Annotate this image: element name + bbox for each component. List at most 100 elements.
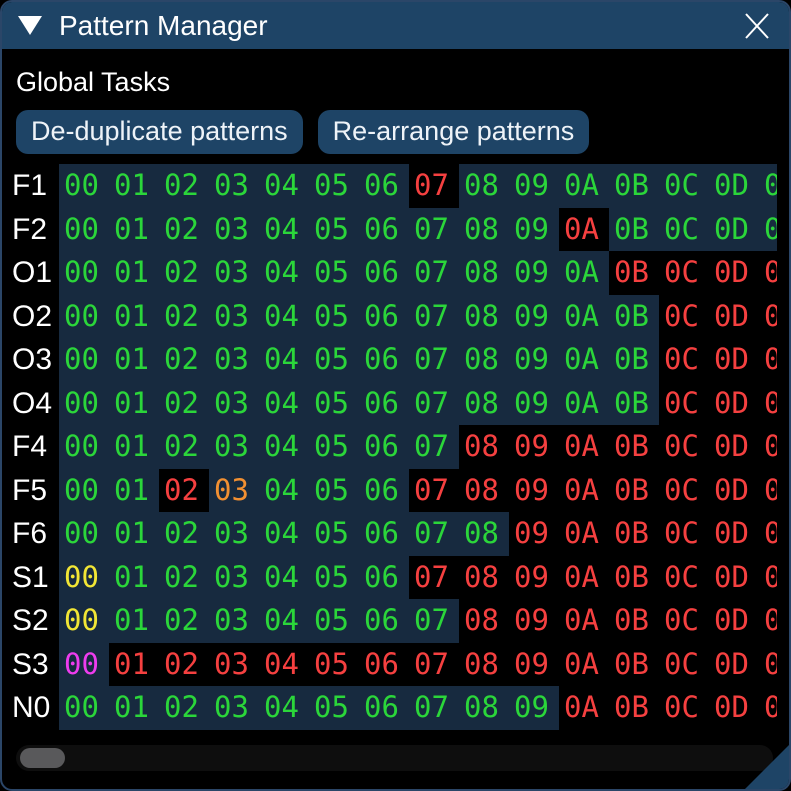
pattern-cell[interactable]: 00 [59, 295, 109, 339]
pattern-cell[interactable]: 07 [409, 599, 459, 643]
pattern-cell[interactable]: 09 [509, 164, 559, 208]
pattern-cell[interactable]: 03 [209, 164, 259, 208]
pattern-cell[interactable]: 0B [609, 686, 659, 730]
pattern-cell[interactable]: 0B [609, 338, 659, 382]
horizontal-scrollbar[interactable] [16, 745, 773, 771]
pattern-cell[interactable]: 03 [209, 643, 259, 687]
pattern-cell[interactable]: 0E [759, 382, 777, 426]
pattern-cell[interactable]: 0A [559, 251, 609, 295]
pattern-cell[interactable]: 00 [59, 469, 109, 513]
pattern-cell[interactable]: 06 [359, 164, 409, 208]
pattern-cell[interactable]: 0C [659, 295, 709, 339]
pattern-cell[interactable]: 0A [559, 599, 609, 643]
pattern-cell[interactable]: 0B [609, 425, 659, 469]
pattern-cell[interactable]: 06 [359, 425, 409, 469]
pattern-cell[interactable]: 01 [109, 208, 159, 252]
pattern-cell[interactable]: 03 [209, 295, 259, 339]
pattern-cell[interactable]: 02 [159, 512, 209, 556]
pattern-cell[interactable]: 08 [459, 425, 509, 469]
rearrange-patterns-button[interactable]: Re-arrange patterns [318, 110, 590, 154]
pattern-cell[interactable]: 0C [659, 425, 709, 469]
pattern-cell[interactable]: 03 [209, 208, 259, 252]
pattern-cell[interactable]: 05 [309, 208, 359, 252]
pattern-cell[interactable]: 0A [559, 469, 609, 513]
pattern-cell[interactable]: 00 [59, 251, 109, 295]
pattern-cell[interactable]: 02 [159, 556, 209, 600]
pattern-cell[interactable]: 0D [709, 295, 759, 339]
pattern-cell[interactable]: 03 [209, 469, 259, 513]
pattern-cell[interactable]: 00 [59, 164, 109, 208]
pattern-cell[interactable]: 0E [759, 425, 777, 469]
pattern-cell[interactable]: 0B [609, 208, 659, 252]
collapse-triangle-icon[interactable] [18, 16, 42, 35]
pattern-cell[interactable]: 00 [59, 686, 109, 730]
pattern-cell[interactable]: 07 [409, 295, 459, 339]
pattern-cell[interactable]: 05 [309, 425, 359, 469]
pattern-cell[interactable]: 0B [609, 643, 659, 687]
pattern-cell[interactable]: 0C [659, 208, 709, 252]
pattern-cell[interactable]: 08 [459, 295, 509, 339]
pattern-cell[interactable]: 0E [759, 164, 777, 208]
pattern-cell[interactable]: 0E [759, 208, 777, 252]
pattern-cell[interactable]: 0A [559, 382, 609, 426]
pattern-cell[interactable]: 0D [709, 425, 759, 469]
pattern-cell[interactable]: 0C [659, 512, 709, 556]
pattern-cell[interactable]: 05 [309, 643, 359, 687]
pattern-cell[interactable]: 0D [709, 208, 759, 252]
pattern-cell[interactable]: 06 [359, 382, 409, 426]
pattern-cell[interactable]: 00 [59, 382, 109, 426]
pattern-cell[interactable]: 02 [159, 338, 209, 382]
pattern-cell[interactable]: 02 [159, 295, 209, 339]
pattern-cell[interactable]: 00 [59, 599, 109, 643]
pattern-cell[interactable]: 02 [159, 208, 209, 252]
pattern-cell[interactable]: 0A [559, 295, 609, 339]
pattern-cell[interactable]: 0A [559, 164, 609, 208]
pattern-cell[interactable]: 0B [609, 251, 659, 295]
pattern-cell[interactable]: 04 [259, 208, 309, 252]
pattern-cell[interactable]: 0B [609, 512, 659, 556]
pattern-cell[interactable]: 09 [509, 556, 559, 600]
pattern-cell[interactable]: 0E [759, 469, 777, 513]
pattern-cell[interactable]: 04 [259, 686, 309, 730]
pattern-cell[interactable]: 05 [309, 512, 359, 556]
pattern-cell[interactable]: 04 [259, 338, 309, 382]
pattern-cell[interactable]: 02 [159, 643, 209, 687]
pattern-cell[interactable]: 08 [459, 469, 509, 513]
pattern-cell[interactable]: 02 [159, 599, 209, 643]
pattern-cell[interactable]: 02 [159, 251, 209, 295]
pattern-cell[interactable]: 03 [209, 599, 259, 643]
pattern-cell[interactable]: 06 [359, 643, 409, 687]
pattern-cell[interactable]: 08 [459, 338, 509, 382]
pattern-cell[interactable]: 0E [759, 512, 777, 556]
pattern-cell[interactable]: 03 [209, 338, 259, 382]
pattern-cell[interactable]: 00 [59, 556, 109, 600]
pattern-cell[interactable]: 05 [309, 382, 359, 426]
pattern-cell[interactable]: 0D [709, 686, 759, 730]
pattern-cell[interactable]: 05 [309, 251, 359, 295]
pattern-cell[interactable]: 02 [159, 425, 209, 469]
deduplicate-patterns-button[interactable]: De-duplicate patterns [16, 110, 303, 154]
pattern-cell[interactable]: 08 [459, 643, 509, 687]
pattern-cell[interactable]: 06 [359, 295, 409, 339]
pattern-cell[interactable]: 06 [359, 338, 409, 382]
pattern-cell[interactable]: 03 [209, 251, 259, 295]
titlebar[interactable]: Pattern Manager [2, 2, 789, 49]
pattern-cell[interactable]: 01 [109, 382, 159, 426]
pattern-cell[interactable]: 0C [659, 251, 709, 295]
pattern-cell[interactable]: 0A [559, 338, 609, 382]
pattern-cell[interactable]: 0A [559, 643, 609, 687]
pattern-cell[interactable]: 07 [409, 425, 459, 469]
pattern-cell[interactable]: 0C [659, 643, 709, 687]
pattern-cell[interactable]: 06 [359, 686, 409, 730]
pattern-cell[interactable]: 0D [709, 556, 759, 600]
pattern-cell[interactable]: 04 [259, 425, 309, 469]
pattern-cell[interactable]: 0E [759, 599, 777, 643]
pattern-cell[interactable]: 0D [709, 164, 759, 208]
pattern-cell[interactable]: 0E [759, 556, 777, 600]
pattern-cell[interactable]: 09 [509, 599, 559, 643]
pattern-cell[interactable]: 05 [309, 295, 359, 339]
pattern-cell[interactable]: 07 [409, 556, 459, 600]
pattern-cell[interactable]: 09 [509, 686, 559, 730]
pattern-cell[interactable]: 01 [109, 599, 159, 643]
pattern-cell[interactable]: 06 [359, 556, 409, 600]
